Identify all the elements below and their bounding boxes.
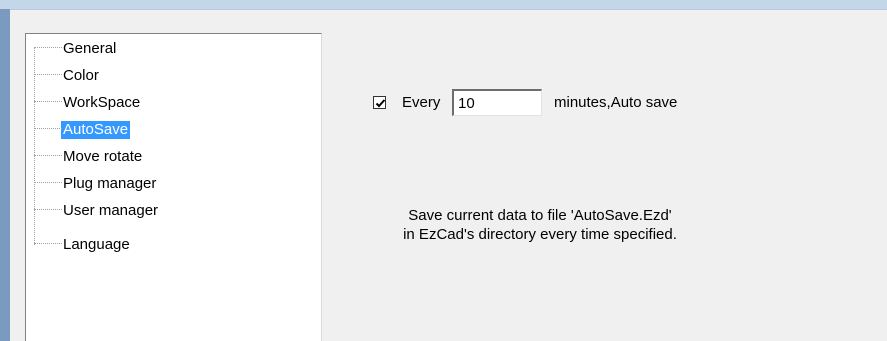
every-label: Every bbox=[402, 94, 441, 111]
tree-branch-line bbox=[34, 74, 62, 76]
tree-branch-line bbox=[34, 128, 62, 130]
minutes-autosave-label: minutes,Auto save bbox=[554, 94, 678, 111]
description-line-2: in EzCad's directory every time specifie… bbox=[403, 226, 677, 243]
tree-branch-line bbox=[34, 155, 62, 157]
tree-item-color[interactable]: Color bbox=[34, 65, 101, 85]
tree-branch-line bbox=[34, 101, 62, 103]
window-frame-left bbox=[0, 0, 10, 341]
description-line-1: Save current data to file 'AutoSave.Ezd' bbox=[408, 207, 672, 224]
tree-item-label: WorkSpace bbox=[63, 94, 141, 111]
tree-item-autosave[interactable]: AutoSave bbox=[34, 119, 131, 139]
tree-item-label: AutoSave bbox=[61, 121, 131, 139]
tree-item-label: General bbox=[63, 40, 117, 57]
tree-branch-line bbox=[34, 47, 62, 49]
tree-branch-line bbox=[34, 243, 62, 245]
tree-item-label: Language bbox=[63, 236, 130, 253]
tree-branch-line bbox=[34, 209, 62, 211]
autosave-checkbox[interactable] bbox=[373, 96, 386, 109]
tree-item-general[interactable]: General bbox=[34, 38, 118, 58]
tree-item-label: User manager bbox=[63, 202, 159, 219]
tree-item-workspace[interactable]: WorkSpace bbox=[34, 92, 142, 112]
window-frame-top bbox=[0, 0, 887, 9]
autosave-description: Save current data to file 'AutoSave.Ezd'… bbox=[360, 206, 720, 244]
settings-window: General Color WorkSpace AutoSave Move ro… bbox=[0, 0, 887, 341]
minutes-input[interactable] bbox=[452, 89, 542, 116]
tree-item-label: Plug manager bbox=[63, 175, 157, 192]
tree-item-label: Move rotate bbox=[63, 148, 143, 165]
tree-branch-line bbox=[34, 182, 62, 184]
checkmark-icon bbox=[375, 99, 386, 108]
tree-item-plug-manager[interactable]: Plug manager bbox=[34, 173, 158, 193]
tree-item-user-manager[interactable]: User manager bbox=[34, 200, 160, 220]
tree-item-move-rotate[interactable]: Move rotate bbox=[34, 146, 144, 166]
tree-item-label: Color bbox=[63, 67, 99, 84]
tree-item-language[interactable]: Language bbox=[34, 234, 132, 254]
